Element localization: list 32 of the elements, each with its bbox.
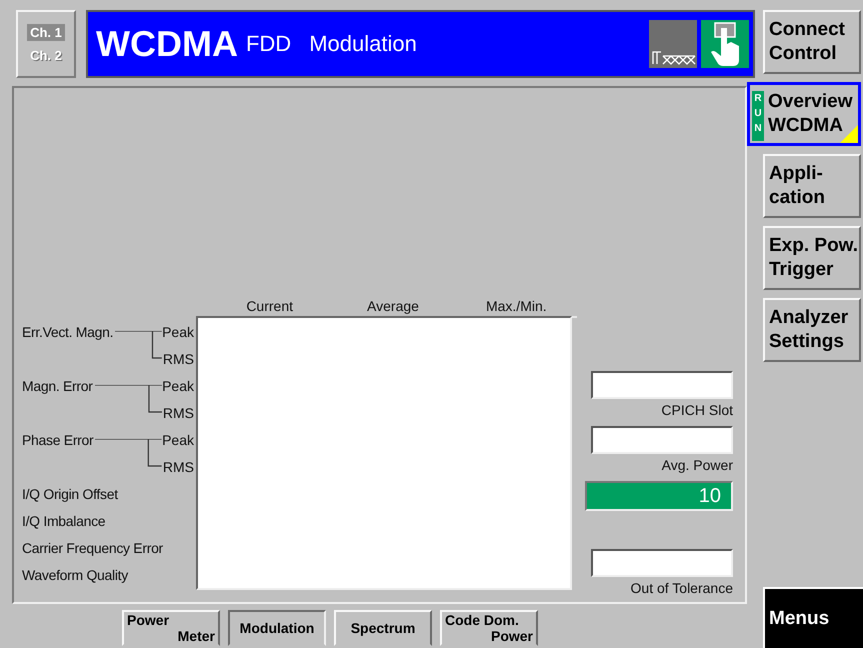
softkey[interactable]: Appli- cation [763, 154, 861, 218]
menus-key[interactable]: Menus [763, 587, 863, 648]
network-icon[interactable] [649, 20, 697, 68]
sub-label: Peak [162, 432, 194, 448]
readout-label: Out of Tolerance [630, 580, 733, 596]
sub-label: RMS [162, 404, 194, 420]
run-indicator: RUN [752, 91, 764, 141]
sub-label: RMS [162, 350, 194, 366]
row-label: I/Q Origin Offset [22, 486, 118, 502]
measurement-title: Modulation [309, 31, 417, 57]
hand-pointer-icon[interactable] [701, 20, 749, 68]
sub-label: Peak [162, 324, 194, 340]
softkey[interactable]: Exp. Pow. Trigger [763, 226, 861, 290]
measurement-tab[interactable]: Power Meter [122, 610, 220, 646]
mode-subtitle: FDD [246, 31, 292, 57]
sub-label: RMS [162, 458, 194, 474]
row-label: Waveform Quality [22, 566, 128, 582]
measurement-tab[interactable]: Modulation [228, 610, 326, 646]
softkey[interactable]: Analyzer Settings [763, 298, 861, 362]
row-label: Carrier Frequency Error [22, 540, 163, 556]
readout-label: CPICH Slot [661, 402, 733, 418]
row-label: Magn. Error [22, 378, 93, 394]
statistic-count: 10 [585, 481, 733, 511]
standard-title: WCDMA [96, 23, 238, 65]
softkey[interactable]: Connect Control [763, 10, 861, 74]
row-label: Err.Vect. Magn. [22, 324, 114, 340]
row-label: Phase Error [22, 432, 94, 448]
measurement-tab[interactable]: Code Dom. Power [440, 610, 538, 646]
measurement-tab[interactable]: Spectrum [334, 610, 432, 646]
sub-label: Peak [162, 378, 194, 394]
row-label: I/Q Imbalance [22, 512, 106, 528]
readout-label: Avg. Power [662, 457, 733, 473]
